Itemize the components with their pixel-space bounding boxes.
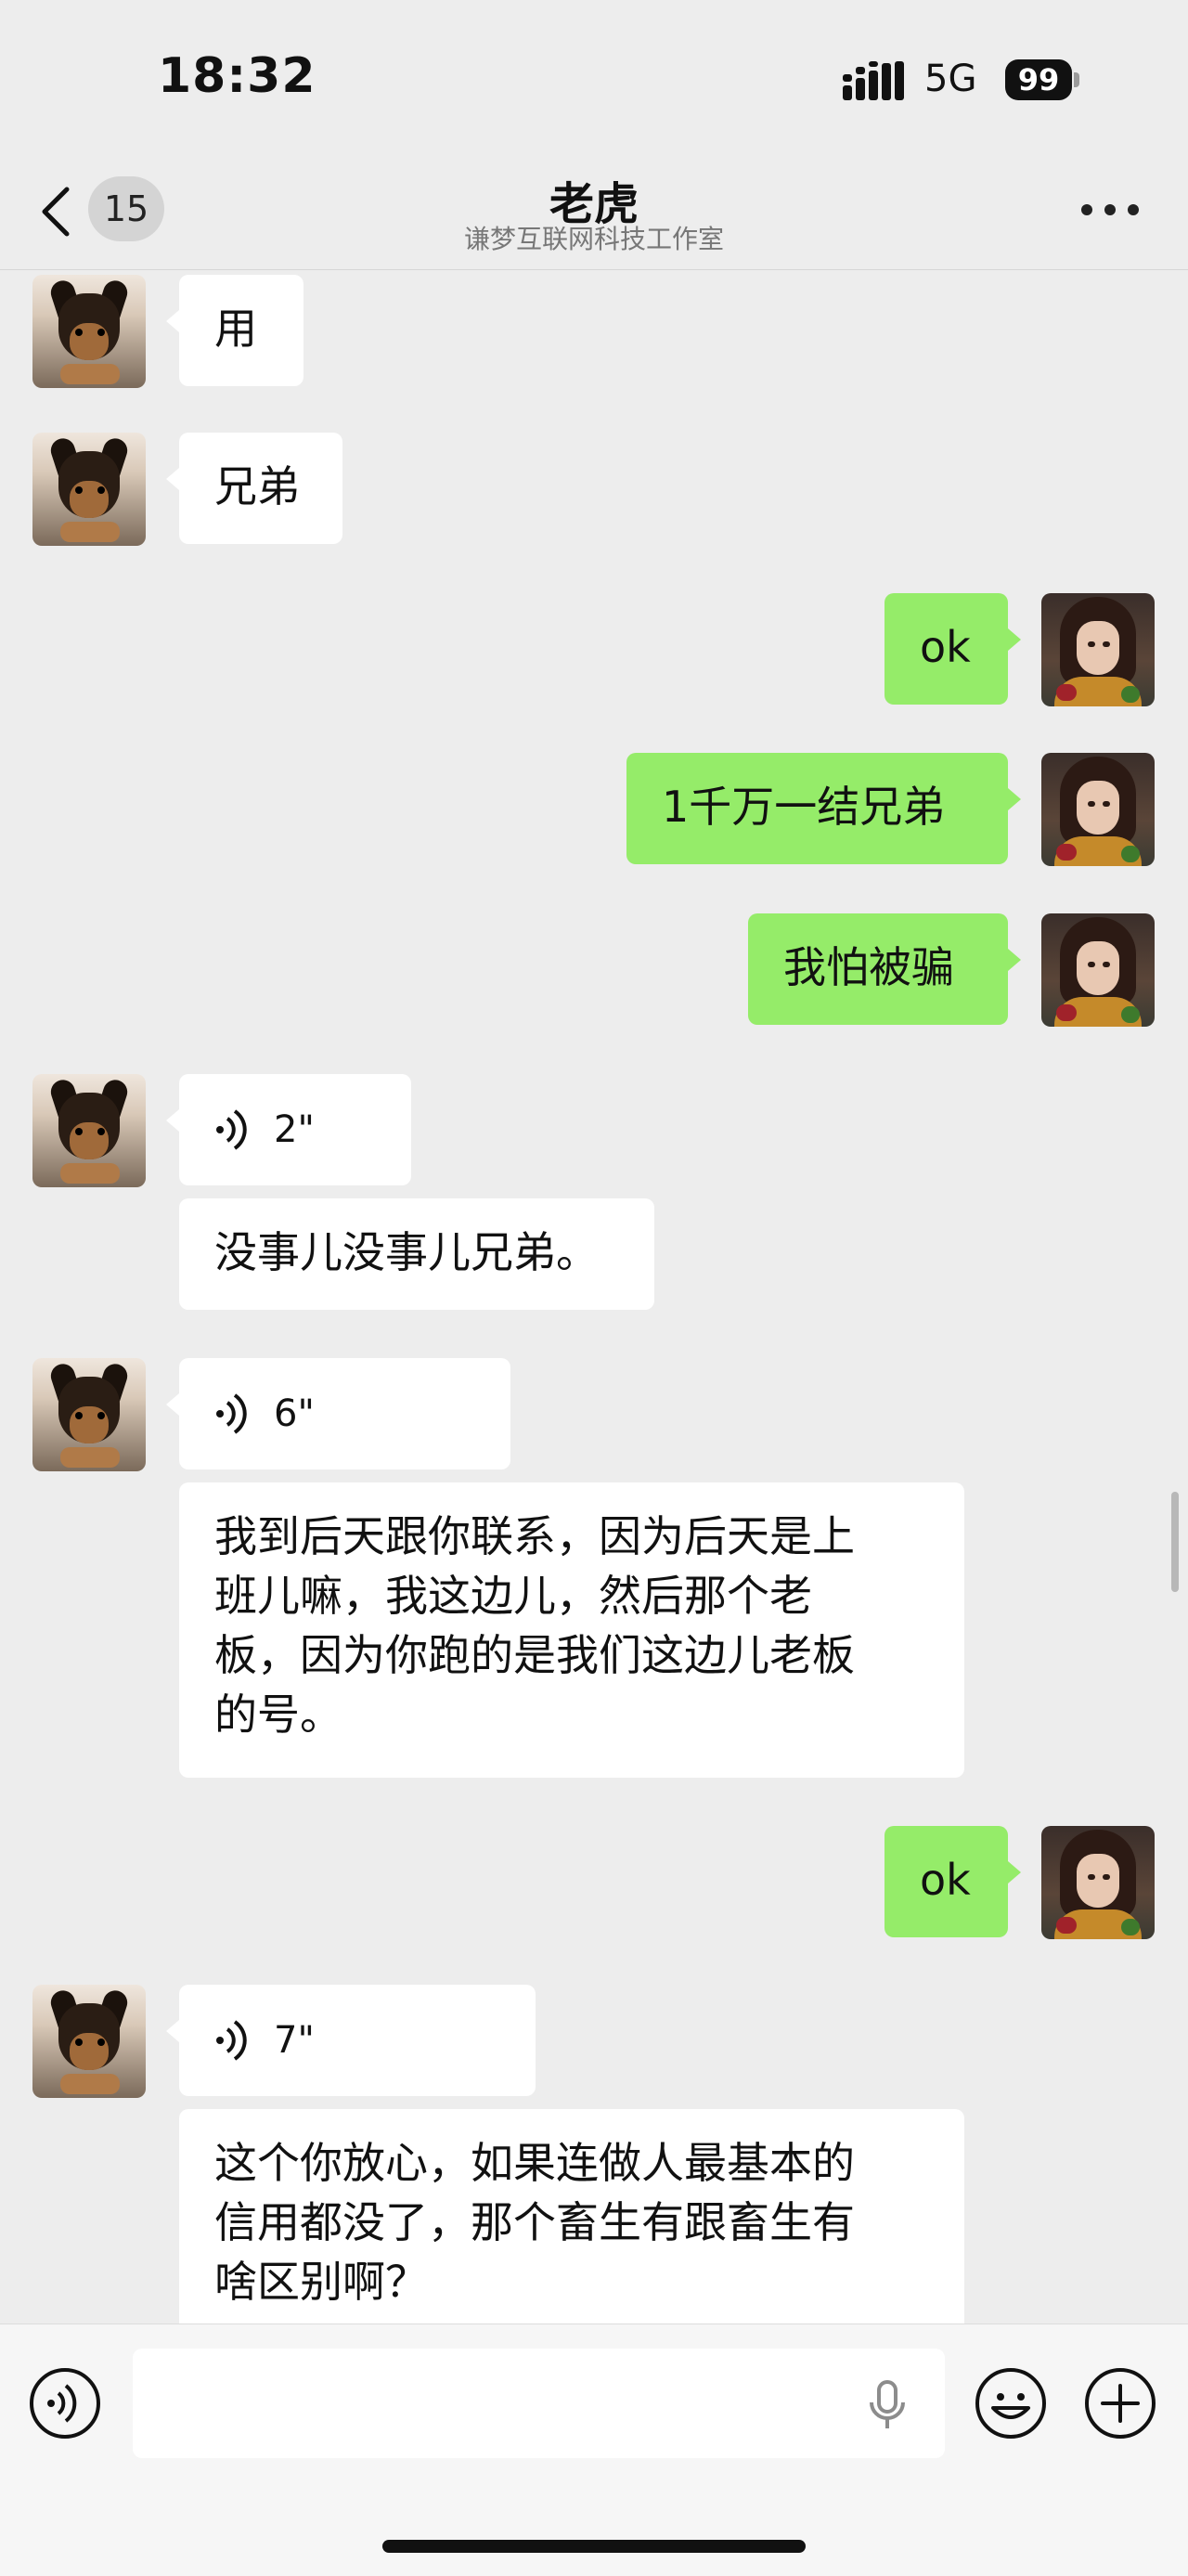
my-avatar[interactable] [1041, 913, 1155, 1027]
incoming-message-bubble[interactable]: 我到后天跟你联系，因为后天是上 班儿嘛，我这边儿，然后那个老 板，因为你跑的是我… [179, 1482, 964, 1778]
message-text: ok [920, 1855, 971, 1905]
my-avatar[interactable] [1041, 593, 1155, 706]
chat-header: 15 老虎 谦梦互联网科技工作室 [0, 158, 1188, 270]
battery-level: 99 [1005, 59, 1072, 100]
network-type: 5G [924, 58, 977, 100]
home-indicator[interactable] [382, 2540, 806, 2553]
incoming-message-bubble[interactable]: 这个你放心，如果连做人最基本的 信用都没了，那个畜生有跟畜生有 啥区别啊？ [179, 2109, 964, 2324]
voice-message-bubble[interactable]: 6" [166, 1358, 510, 1469]
incoming-message-bubble[interactable]: 没事儿没事儿兄弟。 [179, 1198, 654, 1310]
voice-duration: 7" [274, 2019, 315, 2062]
message-text: ok [920, 622, 971, 672]
input-bar [0, 2324, 1188, 2576]
message-text: 没事儿没事儿兄弟。 [214, 1227, 599, 1277]
contact-avatar[interactable] [32, 1985, 146, 2098]
message-text: 用 [214, 304, 257, 354]
my-avatar[interactable] [1041, 1826, 1155, 1939]
voice-message-bubble[interactable]: 7" [166, 1985, 536, 2096]
voice-message-bubble[interactable]: 2" [166, 1074, 411, 1185]
contact-avatar[interactable] [32, 1074, 146, 1187]
plus-icon[interactable] [1084, 2367, 1156, 2440]
voice-wave-icon [216, 2020, 247, 2061]
message-text: 1千万一结兄弟 [662, 782, 946, 832]
contact-avatar[interactable] [32, 1358, 146, 1471]
status-bar: 18:32 5G 99 [0, 0, 1188, 158]
status-time: 18:32 [158, 48, 316, 104]
voice-mode-icon[interactable] [29, 2367, 101, 2440]
contact-avatar[interactable] [32, 275, 146, 388]
outgoing-message-bubble[interactable]: ok [885, 1826, 1021, 1937]
incoming-message-bubble[interactable]: 兄弟 [166, 433, 342, 544]
microphone-icon[interactable] [868, 2380, 907, 2430]
voice-duration: 6" [274, 1392, 315, 1435]
emoji-icon[interactable] [975, 2367, 1047, 2440]
message-input[interactable] [133, 2349, 945, 2458]
voice-duration: 2" [274, 1108, 315, 1151]
message-text: 这个你放心，如果连做人最基本的 信用都没了，那个畜生有跟畜生有 啥区别啊？ [214, 2138, 855, 2307]
voice-wave-icon [216, 1109, 247, 1150]
voice-wave-icon [216, 1393, 247, 1434]
outgoing-message-bubble[interactable]: 我怕被骗 [748, 913, 1021, 1025]
incoming-message-bubble[interactable]: 用 [166, 275, 303, 386]
message-list[interactable]: 用 兄弟 ok 1千万一结兄弟 我怕被骗 2" 没事儿没事儿兄弟。 6" 我到后… [0, 270, 1188, 2324]
outgoing-message-bubble[interactable]: ok [885, 593, 1021, 705]
more-options-icon[interactable] [1081, 204, 1139, 219]
battery-icon: 99 [1005, 59, 1079, 100]
chat-subtitle: 谦梦互联网科技工作室 [463, 224, 724, 254]
my-avatar[interactable] [1041, 753, 1155, 866]
cellular-signal-icon [843, 61, 904, 100]
scrollbar[interactable] [1171, 1492, 1179, 1592]
message-text: 我怕被骗 [783, 942, 954, 992]
outgoing-message-bubble[interactable]: 1千万一结兄弟 [626, 753, 1021, 864]
message-text: 兄弟 [214, 461, 300, 511]
contact-avatar[interactable] [32, 433, 146, 546]
message-text: 我到后天跟你联系，因为后天是上 班儿嘛，我这边儿，然后那个老 板，因为你跑的是我… [214, 1511, 855, 1740]
